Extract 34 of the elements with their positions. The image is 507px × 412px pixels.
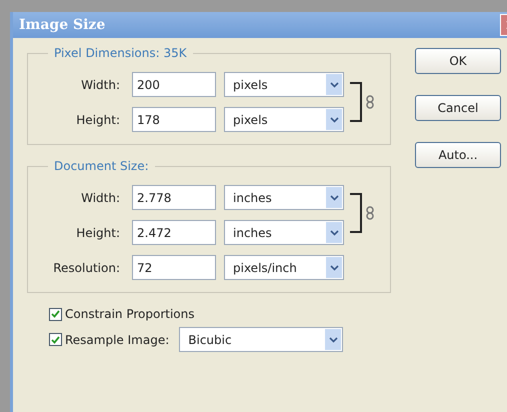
dialog-button[interactable]: Auto...: [415, 142, 501, 168]
dropdown[interactable]: pixels: [224, 72, 344, 97]
group-title: Pixel Dimensions: 35K: [53, 46, 188, 60]
input-field[interactable]: 2.778: [132, 185, 216, 210]
window-title: Image Size: [19, 17, 106, 33]
input-field[interactable]: 72: [132, 255, 216, 280]
chevron-down-icon: [330, 82, 338, 88]
checkbox[interactable]: [49, 308, 62, 320]
checkbox[interactable]: [49, 333, 62, 346]
field-label: Height:: [75, 112, 120, 126]
checkbox-label: Constrain Proportions: [65, 307, 194, 321]
field-label: Resolution:: [52, 260, 120, 274]
field-label: Height:: [75, 226, 120, 240]
input-field[interactable]: 2.472: [132, 220, 216, 245]
group-title: Document Size:: [53, 159, 150, 173]
dialog-button[interactable]: Cancel: [415, 95, 501, 121]
input-field[interactable]: 178: [132, 107, 216, 132]
dropdown[interactable]: inches: [224, 185, 344, 210]
dropdown[interactable]: inches: [224, 220, 344, 245]
chevron-down-icon: [330, 116, 338, 122]
dropdown[interactable]: Bicubic: [179, 327, 344, 352]
dropdown[interactable]: pixels: [224, 107, 344, 132]
input-field[interactable]: 200: [132, 72, 216, 97]
chain-link-icon: [366, 95, 374, 109]
chevron-down-icon: [328, 336, 338, 342]
field-label: Width:: [80, 78, 120, 92]
chevron-down-icon: [330, 264, 338, 270]
field-label: Width:: [80, 190, 120, 204]
dialog-button[interactable]: OK: [415, 48, 501, 74]
chevron-down-icon: [330, 194, 338, 200]
chain-link-icon: [366, 206, 374, 220]
chevron-down-icon: [330, 230, 338, 236]
checkbox-label: Resample Image:: [65, 332, 170, 346]
dropdown[interactable]: pixels/inch: [224, 255, 344, 280]
